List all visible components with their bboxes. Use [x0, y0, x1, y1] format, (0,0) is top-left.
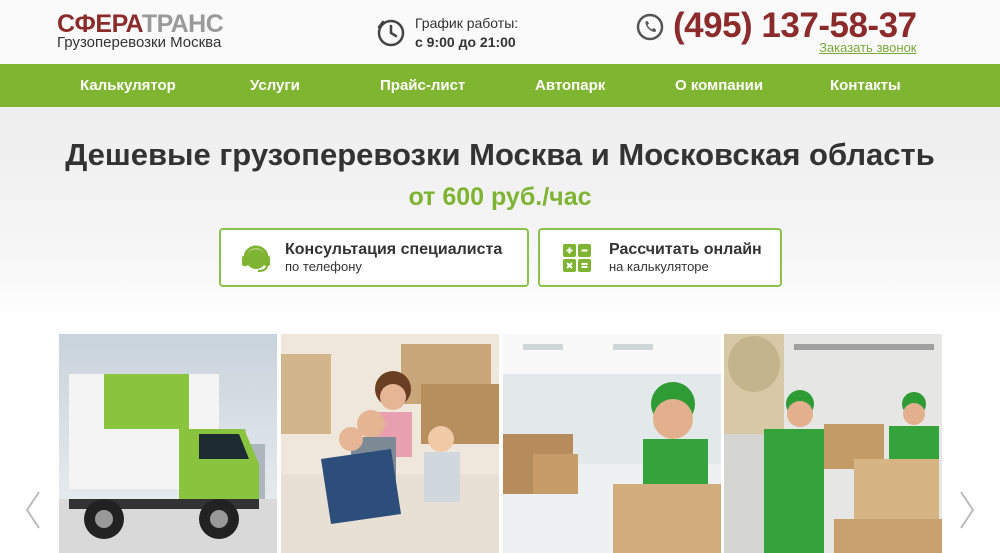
consultation-subtitle: по телефону	[285, 259, 362, 274]
nav-item-fleet[interactable]: Автопарк	[535, 64, 605, 107]
work-schedule: График работы: с 9:00 до 21:00	[376, 14, 518, 52]
gallery-image-movers-van[interactable]	[724, 334, 942, 553]
hero-price: от 600 руб./час	[408, 183, 592, 211]
headset-icon	[242, 245, 270, 272]
nav-item-contacts[interactable]: Контакты	[830, 64, 901, 107]
logo[interactable]: СФЕРАТРАНС Грузоперевозки Москва	[57, 11, 224, 51]
nav-item-price-list[interactable]: Прайс-лист	[380, 64, 465, 107]
calculate-subtitle: на калькуляторе	[609, 259, 709, 274]
clock-icon	[377, 19, 405, 47]
calculate-title: Рассчитать онлайн	[609, 241, 762, 258]
gallery-next-arrow[interactable]	[958, 490, 976, 530]
schedule-hours: с 9:00 до 21:00	[415, 34, 516, 50]
main-nav: Калькулятор Услуги Прайс-лист Автопарк О…	[0, 64, 1000, 107]
consultation-title: Консультация специалиста	[285, 241, 503, 258]
phone-icon	[636, 13, 664, 41]
consultation-button[interactable]: Консультация специалиста по телефону	[219, 228, 529, 287]
gallery-image-truck[interactable]	[59, 334, 277, 553]
nav-item-services[interactable]: Услуги	[250, 64, 300, 107]
nav-item-about[interactable]: О компании	[675, 64, 763, 107]
logo-subtitle: Грузоперевозки Москва	[57, 34, 222, 51]
nav-item-calculator[interactable]: Калькулятор	[80, 64, 176, 107]
callback-link[interactable]: Заказать звонок	[819, 40, 916, 55]
gallery-image-mover-with-boxes[interactable]	[503, 334, 721, 553]
schedule-label: График работы:	[415, 15, 519, 31]
phone-block: (495) 137-58-37 Заказать звонок	[636, 7, 917, 55]
gallery-image-family-moving[interactable]	[281, 334, 499, 553]
hero-title: Дешевые грузоперевозки Москва и Московск…	[65, 137, 935, 172]
calculate-online-button[interactable]: Рассчитать онлайн на калькуляторе	[538, 228, 782, 287]
calculator-icon	[563, 243, 591, 272]
gallery-prev-arrow[interactable]	[24, 490, 42, 530]
site-header: СФЕРАТРАНС Грузоперевозки Москва График …	[0, 0, 1000, 64]
